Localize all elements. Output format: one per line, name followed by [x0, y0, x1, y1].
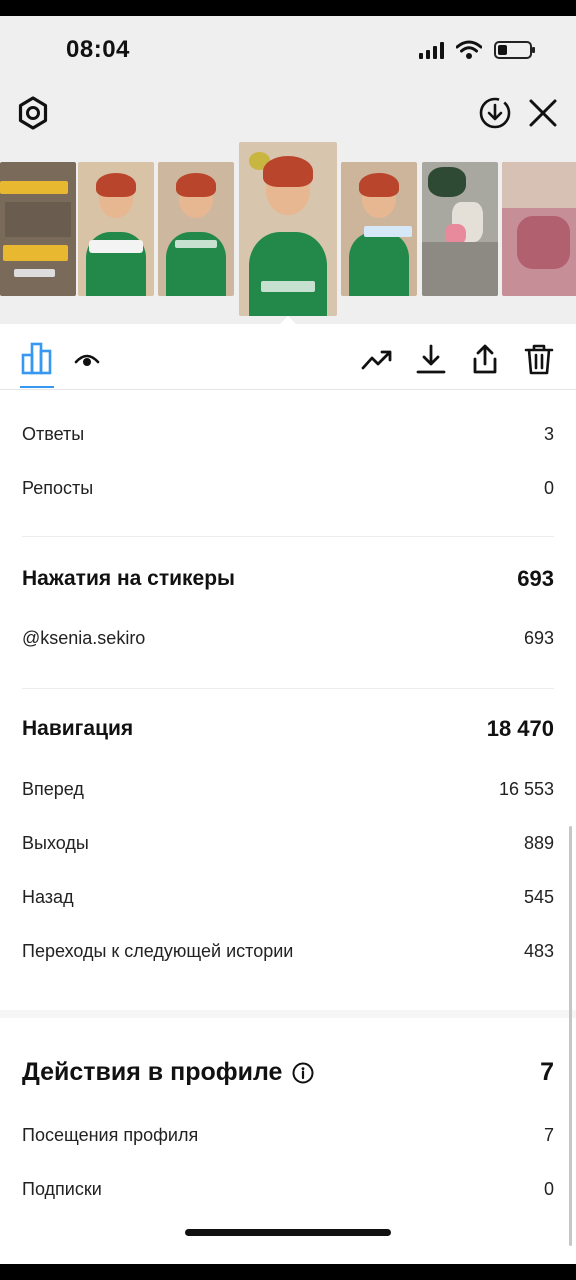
- stat-row-forward: Вперед 16 553: [22, 779, 554, 800]
- story-thumbnail[interactable]: [502, 162, 576, 296]
- section-divider: [22, 536, 554, 537]
- story-thumbnail[interactable]: [158, 162, 234, 296]
- stat-value: 545: [523, 887, 554, 907]
- story-thumbnail[interactable]: [341, 162, 417, 296]
- insights-action-bar: [0, 324, 576, 390]
- stat-row-replies: Ответы 3: [22, 424, 554, 445]
- stat-label: Ответы: [22, 424, 85, 444]
- section-title: Нажатия на стикеры: [22, 567, 235, 590]
- story-thumbnail[interactable]: [0, 162, 76, 296]
- home-indicator[interactable]: [185, 1229, 391, 1236]
- stat-row-back: Назад 545: [22, 887, 554, 908]
- stat-label: @ksenia.sekiro: [22, 628, 146, 648]
- status-bar: 08:04: [0, 16, 576, 82]
- stat-label: Репосты: [22, 478, 94, 498]
- stat-label: Подписки: [22, 1179, 102, 1199]
- stat-label: Посещения профиля: [22, 1125, 199, 1145]
- gear-icon[interactable]: [16, 96, 50, 130]
- status-time: 08:04: [66, 36, 130, 63]
- section-header-sticker-taps: Нажатия на стикеры 693: [22, 566, 554, 592]
- section-header-navigation: Навигация 18 470: [22, 716, 554, 742]
- stat-label: Выходы: [22, 833, 89, 853]
- stat-row-reposts: Репосты 0: [22, 478, 554, 499]
- section-title-wrap: Действия в профиле: [22, 1058, 314, 1087]
- section-divider: [22, 688, 554, 689]
- cellular-signal-icon: [419, 41, 444, 59]
- story-insights-screen: 08:04 Ответы 3 Репосты 0 Нажатия на стик…: [0, 16, 576, 1264]
- active-tab-indicator: [20, 386, 54, 388]
- close-icon[interactable]: [526, 96, 560, 130]
- section-total: 693: [517, 566, 554, 591]
- section-title: Навигация: [22, 717, 134, 740]
- section-total: 18 470: [486, 716, 554, 741]
- section-header-profile-actions: Действия в профиле 7: [22, 1058, 554, 1087]
- stat-row-profile-visits: Посещения профиля 7: [22, 1125, 554, 1146]
- eye-icon[interactable]: [74, 348, 100, 372]
- story-thumbnail[interactable]: [422, 162, 498, 296]
- status-icons: [419, 40, 535, 60]
- stat-value: 3: [543, 424, 554, 444]
- stat-label: Вперед: [22, 779, 84, 799]
- bar-chart-icon[interactable]: [20, 340, 56, 376]
- share-icon[interactable]: [468, 342, 502, 376]
- scrollbar-thumb[interactable]: [569, 826, 572, 1246]
- stat-value: 0: [543, 1179, 554, 1199]
- stat-value: 693: [523, 628, 554, 648]
- wifi-icon: [456, 40, 482, 59]
- stat-value: 0: [543, 478, 554, 498]
- story-toolbar: [0, 94, 576, 138]
- download-icon[interactable]: [414, 342, 448, 376]
- trash-icon[interactable]: [522, 342, 556, 376]
- section-total: 7: [540, 1058, 554, 1086]
- section-title: Действия в профиле: [22, 1058, 283, 1086]
- story-thumbnail-strip[interactable]: [0, 142, 576, 324]
- section-separator-band: [0, 1010, 576, 1018]
- info-icon[interactable]: [292, 1062, 314, 1084]
- stat-row-follows: Подписки 0: [22, 1179, 554, 1200]
- battery-icon: [494, 41, 535, 59]
- stat-row-sticker-mention: @ksenia.sekiro 693: [22, 628, 554, 649]
- story-thumbnail[interactable]: [78, 162, 154, 296]
- stat-label: Назад: [22, 887, 74, 907]
- stat-value: 483: [523, 941, 554, 961]
- stat-value: 7: [543, 1125, 554, 1145]
- stat-row-next-story: Переходы к следующей истории 483: [22, 941, 554, 962]
- story-thumbnail-selected[interactable]: [239, 142, 337, 316]
- trending-up-icon[interactable]: [360, 342, 394, 376]
- stat-label: Переходы к следующей истории: [22, 941, 294, 961]
- stat-row-exits: Выходы 889: [22, 833, 554, 854]
- stat-value: 16 553: [498, 779, 554, 799]
- stat-value: 889: [523, 833, 554, 853]
- story-preview-area: 08:04: [0, 16, 576, 324]
- download-circle-icon[interactable]: [478, 96, 512, 130]
